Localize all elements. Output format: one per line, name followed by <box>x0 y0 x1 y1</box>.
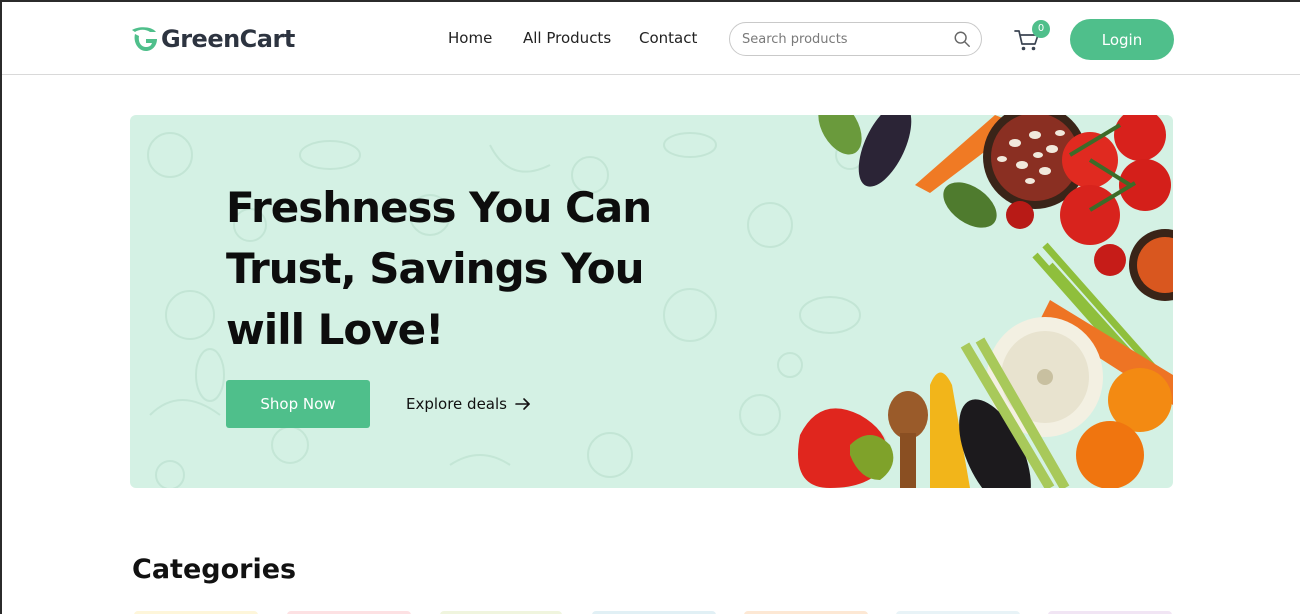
login-button[interactable]: Login <box>1070 19 1174 60</box>
nav-contact[interactable]: Contact <box>639 29 697 47</box>
brand-logo[interactable]: GreenCart <box>130 22 295 56</box>
brand-name: GreenCart <box>161 25 295 53</box>
categories-title: Categories <box>132 554 297 585</box>
search-icon[interactable] <box>953 30 971 48</box>
cart-count-badge: 0 <box>1032 20 1050 38</box>
arrow-right-icon <box>515 398 530 410</box>
nav-home[interactable]: Home <box>448 29 492 47</box>
shop-now-button[interactable]: Shop Now <box>226 380 370 428</box>
search-bar <box>729 22 982 56</box>
hero-title: Freshness You Can Trust, Savings You wil… <box>226 183 652 354</box>
nav-all-products[interactable]: All Products <box>523 29 611 47</box>
navbar: GreenCart Home All Products Contact 0 Lo… <box>2 2 1300 75</box>
logo-leaf-icon <box>132 27 157 51</box>
hero-banner: Freshness You Can Trust, Savings You wil… <box>130 115 1173 488</box>
explore-deals-label: Explore deals <box>406 395 507 413</box>
vegetables-illustration <box>798 115 1173 488</box>
search-input[interactable] <box>742 31 953 47</box>
explore-deals-link[interactable]: Explore deals <box>406 395 531 413</box>
